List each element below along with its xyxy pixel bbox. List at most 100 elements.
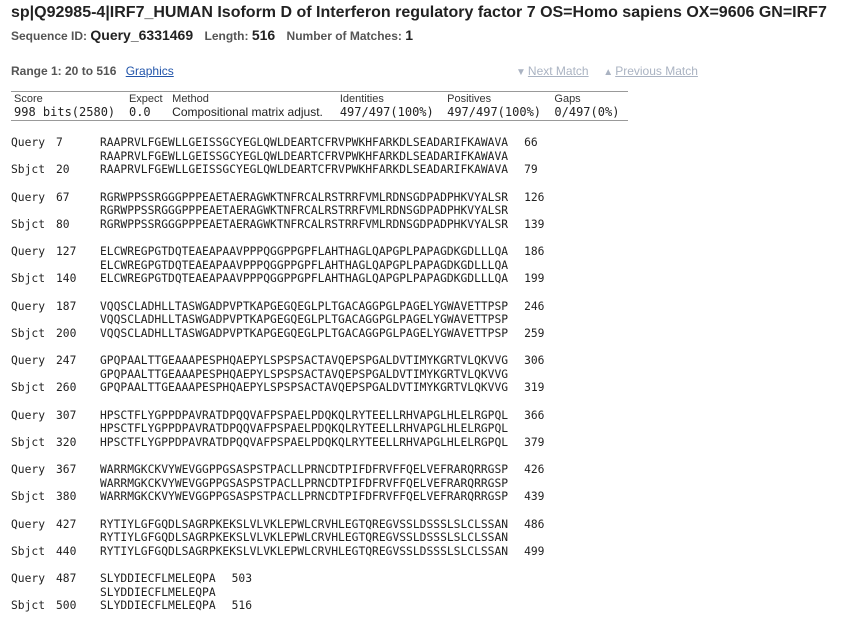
subject-start: 80 — [56, 217, 70, 231]
next-match-link[interactable]: Next Match — [528, 64, 589, 78]
query-start: 487 — [56, 572, 77, 585]
match-line: ELCWREGPGTDQTEAEAPAAVPPPQGGPPGPFLAHTHAGL… — [11, 259, 544, 273]
graphics-link[interactable]: Graphics — [126, 64, 174, 78]
query-label: Query — [11, 136, 46, 149]
query-start: 367 — [56, 463, 77, 476]
query-label: Query — [11, 299, 46, 313]
subject-line: Sbjct 80 RGRWPPSSRGGGPPPEAETAERAGWKTNFRCAL… — [11, 218, 544, 232]
query-end: 186 — [524, 245, 545, 258]
query-label: Query — [11, 354, 46, 367]
alignment-block: Query 307 HPSCTFLYGPPDPAVRATDPQQVAFPSPAELP… — [11, 409, 544, 450]
subject-start: 200 — [56, 326, 77, 340]
identities-value: 497/497(100%) — [339, 105, 434, 119]
query-line: Query 307 HPSCTFLYGPPDPAVRATDPQQVAFPSPAELP… — [11, 409, 544, 423]
matches-value: 1 — [405, 27, 414, 43]
query-sequence: HPSCTFLYGPPDPAVRATDPQQVAFPSPAELPDQKQLRYT… — [100, 408, 509, 422]
identities-header: Identities — [339, 93, 384, 105]
score-value: 998 bits(2580) — [14, 105, 116, 119]
subject-end: 259 — [524, 326, 545, 340]
match-sequence: RGRWPPSSRGGGPPPEAETAERAGWKTNFRCALRSTRRFV… — [100, 204, 509, 217]
subject-line: Sbjct 380 WARRMGKCKVYWEVGGPPGSASPSTPACLLPR… — [11, 490, 544, 504]
subject-sequence: RYTIYLGFGQDLSAGRPKEKSLVLVKLEPWLCRVHLEGTQ… — [100, 544, 509, 558]
subject-sequence: ELCWREGPGTDQTEAEAPAAVPPPQGGPPGPFLAHTHAGL… — [100, 272, 509, 285]
match-sequence: ELCWREGPGTDQTEAEAPAAVPPPQGGPPGPFLAHTHAGL… — [100, 258, 509, 272]
page-title: sp|Q92985-4|IRF7_HUMAN Isoform D of Inte… — [11, 4, 827, 21]
alignment-block: Query 247 GPQPAALTTGEAAAPESPHQAEPYLSPSPSAC… — [11, 354, 544, 395]
sequence-id-value: Query_6331469 — [90, 27, 194, 43]
subject-end: 139 — [524, 217, 545, 231]
subject-sequence: GPQPAALTTGEAAAPESPHQAEPYLSPSPSACTAVQEPSP… — [100, 381, 509, 394]
query-label: Query — [11, 245, 46, 258]
subject-sequence: SLYDDIECFLMELEQPA — [100, 599, 216, 612]
query-sequence: RYTIYLGFGQDLSAGRPKEKSLVLVKLEPWLCRVHLEGTQ… — [100, 517, 509, 531]
subject-label: Sbjct — [11, 217, 46, 231]
alignment-block: Query 67 RGRWPPSSRGGGPPPEAETAERAGWKTNFRCAL… — [11, 191, 544, 232]
subject-label: Sbjct — [11, 272, 46, 285]
subject-line: Sbjct 500 SLYDDIECFLMELEQPA 516 — [11, 599, 544, 613]
query-sequence: SLYDDIECFLMELEQPA — [100, 572, 216, 585]
subject-label: Sbjct — [11, 163, 46, 176]
matches-label: Number of Matches: — [286, 29, 402, 43]
match-sequence: SLYDDIECFLMELEQPA — [100, 585, 216, 599]
query-end: 426 — [524, 463, 545, 476]
expect-header: Expect — [128, 93, 163, 105]
query-label: Query — [11, 190, 46, 204]
query-line: Query 127 ELCWREGPGTDQTEAEAPAAVPPPQGGPPGPF… — [11, 245, 544, 259]
range-row: Range 1: 20 to 516 Graphics — [11, 64, 174, 78]
subject-sequence: WARRMGKCKVYWEVGGPPGSASPSTPACLLPRNCDTPIFD… — [100, 490, 509, 503]
subject-line: Sbjct 320 HPSCTFLYGPPDPAVRATDPQQVAFPSPAELP… — [11, 436, 544, 450]
query-sequence: RAAPRVLFGEWLLGEISSGCYEGLQWLDEARTCFRVPWKH… — [100, 136, 509, 149]
sequence-alignment: Query 7 RAAPRVLFGEWLLGEISSGCYEGLQWLDEARTCF… — [11, 136, 544, 627]
query-label: Query — [11, 408, 46, 422]
subject-end: 199 — [524, 272, 545, 285]
match-sequence: RAAPRVLFGEWLLGEISSGCYEGLQWLDEARTCFRVPWKH… — [100, 149, 509, 163]
up-triangle-icon: ▲ — [603, 67, 614, 78]
score-header: Score — [14, 93, 43, 105]
alignment-stats-table: Score Expect Method Identities Positives… — [11, 91, 628, 121]
alignment-block: Query 487 SLYDDIECFLMELEQPA 503 SLYDDIECFLME… — [11, 572, 544, 613]
subject-start: 440 — [56, 544, 77, 558]
query-end: 246 — [524, 299, 545, 313]
match-line: SLYDDIECFLMELEQPA — [11, 586, 544, 600]
query-end: 503 — [231, 572, 253, 585]
subject-line: Sbjct 140 ELCWREGPGTDQTEAEAPAAVPPPQGGPPGPF… — [11, 272, 544, 286]
sequence-meta: Sequence ID: Query_6331469 Length: 516 N… — [11, 27, 421, 43]
length-label: Length: — [204, 29, 249, 43]
query-label: Query — [11, 517, 46, 531]
range-label: Range 1: 20 to 516 — [11, 64, 117, 78]
match-sequence: GPQPAALTTGEAAAPESPHQAEPYLSPSPSACTAVQEPSP… — [100, 367, 509, 381]
query-sequence: VQQSCLADHLLTASWGADPVPTKAPGEGQEGLPLTGACAG… — [100, 299, 509, 313]
subject-end: 379 — [524, 435, 545, 449]
match-line: HPSCTFLYGPPDPAVRATDPQQVAFPSPAELPDQKQLRYT… — [11, 422, 544, 436]
gaps-value: 0/497(0%) — [554, 105, 620, 119]
sequence-id-label: Sequence ID: — [11, 29, 88, 43]
subject-label: Sbjct — [11, 381, 46, 394]
match-line: RYTIYLGFGQDLSAGRPKEKSLVLVKLEPWLCRVHLEGTQ… — [11, 531, 544, 545]
match-navigation: ▼ Next Match ▲ Previous Match — [516, 64, 698, 78]
query-label: Query — [11, 463, 46, 476]
subject-start: 500 — [56, 599, 77, 612]
query-end: 486 — [524, 517, 545, 531]
query-start: 247 — [56, 354, 77, 367]
alignment-block: Query 427 RYTIYLGFGQDLSAGRPKEKSLVLVKLEPWLC… — [11, 518, 544, 559]
query-start: 127 — [56, 245, 77, 258]
query-start: 67 — [56, 190, 70, 204]
query-sequence: ELCWREGPGTDQTEAEAPAAVPPPQGGPPGPFLAHTHAGL… — [100, 245, 509, 258]
query-start: 307 — [56, 408, 77, 422]
positives-value: 497/497(100%) — [447, 105, 542, 119]
previous-match-link[interactable]: Previous Match — [615, 64, 698, 78]
match-line: RGRWPPSSRGGGPPPEAETAERAGWKTNFRCALRSTRRFV… — [11, 204, 544, 218]
subject-end: 319 — [524, 381, 545, 394]
alignment-block: Query 367 WARRMGKCKVYWEVGGPPGSASPSTPACLLPR… — [11, 463, 544, 504]
subject-end: 499 — [524, 544, 545, 558]
match-sequence: VQQSCLADHLLTASWGADPVPTKAPGEGQEGLPLTGACAG… — [100, 313, 509, 326]
query-sequence: WARRMGKCKVYWEVGGPPGSASPSTPACLLPRNCDTPIFD… — [100, 463, 509, 476]
subject-start: 20 — [56, 163, 70, 176]
match-line: WARRMGKCKVYWEVGGPPGSASPSTPACLLPRNCDTPIFD… — [11, 477, 544, 491]
query-sequence: RGRWPPSSRGGGPPPEAETAERAGWKTNFRCALRSTRRFV… — [100, 190, 509, 204]
expect-value: 0.0 — [128, 105, 151, 119]
query-end: 306 — [524, 354, 545, 367]
query-line: Query 487 SLYDDIECFLMELEQPA 503 — [11, 572, 544, 586]
query-start: 427 — [56, 517, 77, 531]
match-line: RAAPRVLFGEWLLGEISSGCYEGLQWLDEARTCFRVPWKH… — [11, 150, 544, 164]
